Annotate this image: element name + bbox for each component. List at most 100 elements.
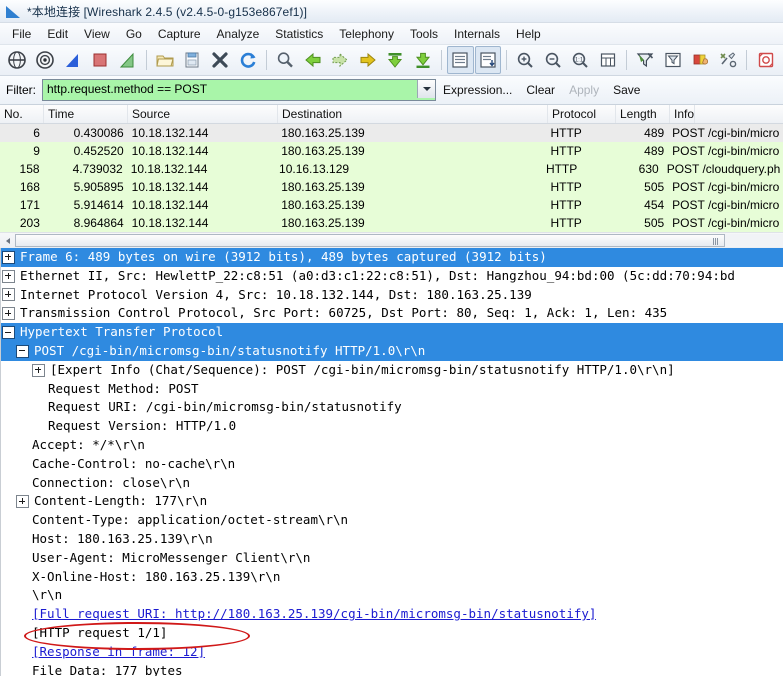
packet-list-hscrollbar[interactable] [0, 232, 783, 248]
display-filters-icon[interactable] [660, 46, 687, 74]
go-forward-icon[interactable] [327, 46, 354, 74]
column-header-destination[interactable]: Destination [278, 105, 548, 123]
capture-filters-icon[interactable] [632, 46, 659, 74]
scroll-left-arrow-icon[interactable] [0, 233, 15, 248]
packet-cell-no: 6 [33, 126, 40, 140]
zoom-reset-icon[interactable]: 1:1 [567, 46, 594, 74]
packet-row[interactable]: 6 0.430086 10.18.132.144 180.163.25.139 HTTP… [0, 124, 783, 142]
detail-tree-row[interactable]: Request URI: /cgi-bin/micromsg-bin/statu… [0, 398, 783, 417]
packet-row[interactable]: 168 5.905895 10.18.132.144 180.163.25.139 HT… [0, 178, 783, 196]
expand-twisty-icon[interactable] [2, 250, 15, 264]
packet-row[interactable]: 171 5.914614 10.18.132.144 180.163.25.139 HT… [0, 196, 783, 214]
detail-tree-row[interactable]: Cache-Control: no-cache\r\n [0, 455, 783, 474]
expand-twisty-icon[interactable] [16, 495, 29, 509]
detail-tree-row[interactable]: Request Method: POST [0, 380, 783, 399]
close-file-icon[interactable] [207, 46, 234, 74]
detail-tree-row[interactable]: [Response in frame: 12] [0, 643, 783, 662]
menu-tools[interactable]: Tools [402, 25, 446, 43]
detail-tree-row[interactable]: Host: 180.163.25.139\r\n [0, 530, 783, 549]
zoom-out-icon[interactable] [540, 46, 567, 74]
menu-view[interactable]: View [76, 25, 118, 43]
colorize-icon[interactable] [447, 46, 474, 74]
menu-internals[interactable]: Internals [446, 25, 508, 43]
column-header-length[interactable]: Length [616, 105, 670, 123]
detail-tree-row[interactable]: Ethernet II, Src: HewlettP_22:c8:51 (a0:… [0, 267, 783, 286]
detail-tree-row[interactable]: Internet Protocol Version 4, Src: 10.18.… [0, 286, 783, 305]
filter-apply-button[interactable]: Apply [562, 83, 606, 97]
auto-scroll-icon[interactable] [474, 46, 502, 74]
detail-tree-row[interactable]: Frame 6: 489 bytes on wire (3912 bits), … [0, 248, 783, 267]
menu-statistics[interactable]: Statistics [267, 25, 331, 43]
menu-telephony[interactable]: Telephony [331, 25, 402, 43]
packet-row[interactable]: 158 4.739032 10.18.132.144 10.16.13.129 HTTP… [0, 160, 783, 178]
expand-twisty-icon[interactable] [2, 288, 15, 302]
go-to-packet-icon[interactable] [354, 46, 381, 74]
detail-tree-row[interactable]: File Data: 177 bytes [0, 662, 783, 676]
packet-cell-destination: 180.163.25.139 [281, 198, 365, 212]
expand-twisty-icon[interactable] [32, 363, 45, 377]
capture-options-icon[interactable] [32, 46, 59, 74]
find-packet-icon[interactable] [272, 46, 299, 74]
packet-cell-length: 489 [644, 144, 665, 158]
filter-input-wrapper[interactable] [42, 79, 436, 101]
packet-list[interactable]: No. Time Source Destination Protocol Len… [0, 105, 783, 232]
filter-input[interactable] [43, 80, 417, 98]
filter-expression-button[interactable]: Expression... [436, 83, 519, 97]
help-contents-icon[interactable] [752, 46, 779, 74]
zoom-in-icon[interactable] [512, 46, 539, 74]
detail-tree-row[interactable]: [Expert Info (Chat/Sequence): POST /cgi-… [0, 361, 783, 380]
detail-tree-row[interactable]: X-Online-Host: 180.163.25.139\r\n [0, 568, 783, 587]
reload-file-icon[interactable] [234, 46, 261, 74]
menu-capture[interactable]: Capture [150, 25, 209, 43]
expand-twisty-icon[interactable] [2, 269, 15, 283]
start-capture-icon[interactable] [59, 46, 86, 74]
column-header-info[interactable]: Info [670, 105, 696, 123]
detail-tree-row[interactable]: Transmission Control Protocol, Src Port:… [0, 304, 783, 323]
detail-tree-row[interactable]: User-Agent: MicroMessenger Client\r\n [0, 549, 783, 568]
detail-tree-row[interactable]: Accept: */*\r\n [0, 436, 783, 455]
detail-tree-row[interactable]: Connection: close\r\n [0, 474, 783, 493]
collapse-twisty-icon[interactable] [16, 344, 29, 358]
column-header-protocol[interactable]: Protocol [548, 105, 616, 123]
preferences-icon[interactable] [715, 46, 742, 74]
go-to-first-icon[interactable] [382, 46, 409, 74]
packet-row[interactable]: 203 8.964864 10.18.132.144 180.163.25.139 HT… [0, 214, 783, 232]
menu-edit[interactable]: Edit [39, 25, 76, 43]
packet-details-pane[interactable]: Frame 6: 489 bytes on wire (3912 bits), … [0, 248, 783, 676]
interfaces-icon[interactable] [4, 46, 31, 74]
detail-tree-row[interactable]: [HTTP request 1/1] [0, 624, 783, 643]
menu-analyze[interactable]: Analyze [209, 25, 268, 43]
save-file-icon[interactable] [179, 46, 206, 74]
filter-clear-button[interactable]: Clear [519, 83, 562, 97]
collapse-twisty-icon[interactable] [2, 326, 15, 340]
detail-tree-row[interactable]: Request Version: HTTP/1.0 [0, 417, 783, 436]
packet-cell-source: 10.18.132.144 [131, 198, 209, 212]
detail-tree-row[interactable]: [Full request URI: http://180.163.25.139… [0, 605, 783, 624]
column-header-no[interactable]: No. [0, 105, 44, 123]
coloring-rules-icon[interactable] [687, 46, 714, 74]
menu-help[interactable]: Help [508, 25, 549, 43]
stop-capture-icon[interactable] [87, 46, 114, 74]
restart-capture-icon[interactable] [114, 46, 141, 74]
go-back-icon[interactable] [299, 46, 326, 74]
packet-cell-info: POST /cgi-bin/micro [672, 216, 780, 230]
expand-twisty-icon[interactable] [2, 307, 15, 321]
detail-tree-row[interactable]: Hypertext Transfer Protocol [0, 323, 783, 342]
filter-history-dropdown[interactable] [417, 80, 435, 98]
hscroll-track[interactable] [15, 234, 783, 247]
detail-tree-row[interactable]: POST /cgi-bin/micromsg-bin/statusnotify … [0, 341, 783, 361]
packet-row[interactable]: 9 0.452520 10.18.132.144 180.163.25.139 HTTP… [0, 142, 783, 160]
go-to-last-icon[interactable] [410, 46, 437, 74]
column-header-source[interactable]: Source [128, 105, 278, 123]
column-header-time[interactable]: Time [44, 105, 128, 123]
open-file-icon[interactable] [152, 46, 179, 74]
detail-tree-row[interactable]: \r\n [0, 586, 783, 605]
hscroll-thumb[interactable] [15, 234, 725, 247]
detail-tree-row[interactable]: Content-Length: 177\r\n [0, 492, 783, 511]
filter-save-button[interactable]: Save [606, 83, 647, 97]
detail-tree-row[interactable]: Content-Type: application/octet-stream\r… [0, 511, 783, 530]
menu-file[interactable]: File [4, 25, 39, 43]
packet-cell-destination: 180.163.25.139 [281, 180, 365, 194]
resize-columns-icon[interactable] [595, 46, 622, 74]
menu-go[interactable]: Go [118, 25, 150, 43]
